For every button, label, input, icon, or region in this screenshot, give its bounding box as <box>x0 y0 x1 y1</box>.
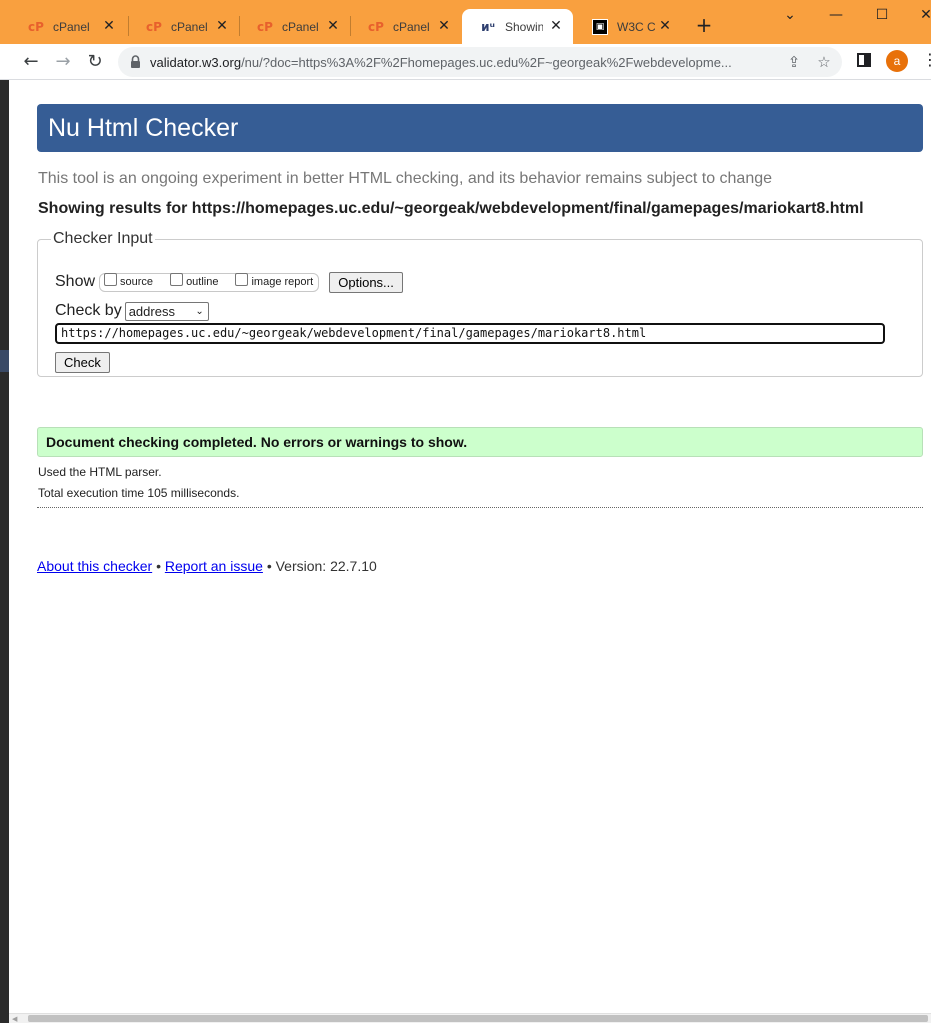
page-subtitle: This tool is an ongoing experiment in be… <box>38 170 773 187</box>
check-by-label: Check by <box>55 302 122 319</box>
execution-time-info: Total execution time 105 milliseconds. <box>38 486 240 500</box>
show-options-group: source outline image report <box>99 272 320 292</box>
tab-title: W3C CSS <box>617 19 655 34</box>
check-button[interactable]: Check <box>55 352 110 373</box>
more-menu-icon[interactable]: ⋮ <box>922 52 931 70</box>
tab-title: cPanel Fi <box>282 19 320 34</box>
browser-tab[interactable]: cP cPanel Fi ✕ <box>350 9 461 44</box>
browser-tab[interactable]: cP cPanel Fi ✕ <box>128 9 239 44</box>
address-bar[interactable]: validator.w3.org/nu/?doc=https%3A%2F%2Fh… <box>118 47 842 77</box>
source-checkbox-label[interactable]: source <box>120 276 153 288</box>
address-url: validator.w3.org/nu/?doc=https%3A%2F%2Fh… <box>150 55 770 70</box>
url-path: /nu/?doc=https%3A%2F%2Fhomepages.uc.edu%… <box>241 55 732 70</box>
image-report-checkbox[interactable] <box>235 272 249 286</box>
nu-checker-icon: ᴎᵘ <box>481 19 495 34</box>
chevron-down-icon[interactable]: ⌄ <box>782 7 798 23</box>
close-icon[interactable]: ✕ <box>658 19 672 33</box>
check-by-selected: address <box>128 303 175 319</box>
forward-arrow-icon[interactable]: → <box>51 50 75 74</box>
version-text: Version: 22.7.10 <box>275 558 377 574</box>
close-window-icon[interactable]: ✕ <box>918 7 931 23</box>
browser-tab[interactable]: cP cPanel Fi ✕ <box>239 9 350 44</box>
scroll-left-icon[interactable]: ◀ <box>12 1015 17 1023</box>
page-title: Nu Html Checker <box>37 104 923 152</box>
share-icon[interactable]: ⇪ <box>784 52 804 72</box>
show-label: Show <box>55 273 96 290</box>
scrollbar-thumb[interactable] <box>28 1015 928 1022</box>
cpanel-icon: cP <box>28 19 44 34</box>
close-icon[interactable]: ✕ <box>102 19 116 33</box>
chevron-down-icon: ⌄ <box>195 305 204 317</box>
tab-title: cPanel Fi <box>171 19 209 34</box>
footer: About this checker • Report an issue • V… <box>37 558 377 574</box>
report-issue-link[interactable]: Report an issue <box>165 558 263 574</box>
close-icon[interactable]: ✕ <box>326 19 340 33</box>
lock-icon <box>131 55 140 68</box>
avatar[interactable]: a <box>886 50 908 72</box>
show-row: Show source outline image report Options… <box>55 271 403 293</box>
checker-input-fieldset: Checker Input Show source outline image … <box>37 230 923 377</box>
browser-tab[interactable]: ▣ W3C CSS ✕ <box>574 9 682 44</box>
minimize-icon[interactable]: — <box>828 7 844 23</box>
footer-separator: • <box>266 558 272 574</box>
cpanel-icon: cP <box>257 19 273 34</box>
maximize-icon[interactable]: ☐ <box>874 7 890 23</box>
results-heading: Showing results for https://homepages.uc… <box>38 200 864 217</box>
browser-tab-active[interactable]: ᴎᵘ Showing ✕ <box>462 9 573 44</box>
outline-checkbox[interactable] <box>170 272 184 286</box>
divider <box>37 507 923 508</box>
check-by-select[interactable]: address ⌄ <box>124 301 209 321</box>
browser-toolbar: ← → ↻ validator.w3.org/nu/?doc=https%3A%… <box>0 44 931 80</box>
check-by-row: Check by address ⌄ <box>55 300 209 322</box>
background-window-marker <box>0 350 9 372</box>
outline-checkbox-label[interactable]: outline <box>186 276 218 288</box>
back-arrow-icon[interactable]: ← <box>19 50 43 74</box>
close-icon[interactable]: ✕ <box>215 19 229 33</box>
new-tab-icon[interactable]: + <box>694 15 714 35</box>
source-checkbox[interactable] <box>104 272 118 286</box>
tab-title: cPanel Fi <box>393 19 431 34</box>
browser-tab[interactable]: cP cPanel - ✕ <box>10 9 126 44</box>
cpanel-icon: cP <box>368 19 384 34</box>
footer-separator: • <box>156 558 161 574</box>
browser-tab-bar: cP cPanel - ✕ cP cPanel Fi ✕ cP cPanel F… <box>0 0 931 44</box>
tab-title: cPanel - <box>53 19 91 34</box>
url-host: validator.w3.org <box>150 55 242 70</box>
side-panel-icon[interactable] <box>857 53 871 67</box>
background-window-strip <box>0 80 9 1023</box>
star-icon[interactable]: ☆ <box>814 52 834 72</box>
success-message: Document checking completed. No errors o… <box>37 427 923 457</box>
close-icon[interactable]: ✕ <box>437 19 451 33</box>
w3c-icon: ▣ <box>592 18 608 35</box>
cpanel-icon: cP <box>146 19 162 34</box>
image-report-checkbox-label[interactable]: image report <box>251 276 313 288</box>
close-icon[interactable]: ✕ <box>549 19 563 33</box>
checker-input-legend: Checker Input <box>53 230 153 247</box>
url-input[interactable]: https://homepages.uc.edu/~georgeak/webde… <box>55 323 885 344</box>
about-checker-link[interactable]: About this checker <box>37 558 152 574</box>
reload-icon[interactable]: ↻ <box>83 50 107 74</box>
options-button[interactable]: Options... <box>329 271 403 293</box>
page-content: Nu Html Checker This tool is an ongoing … <box>9 80 931 1013</box>
tab-title: Showing <box>505 19 543 34</box>
parser-info: Used the HTML parser. <box>38 465 162 479</box>
